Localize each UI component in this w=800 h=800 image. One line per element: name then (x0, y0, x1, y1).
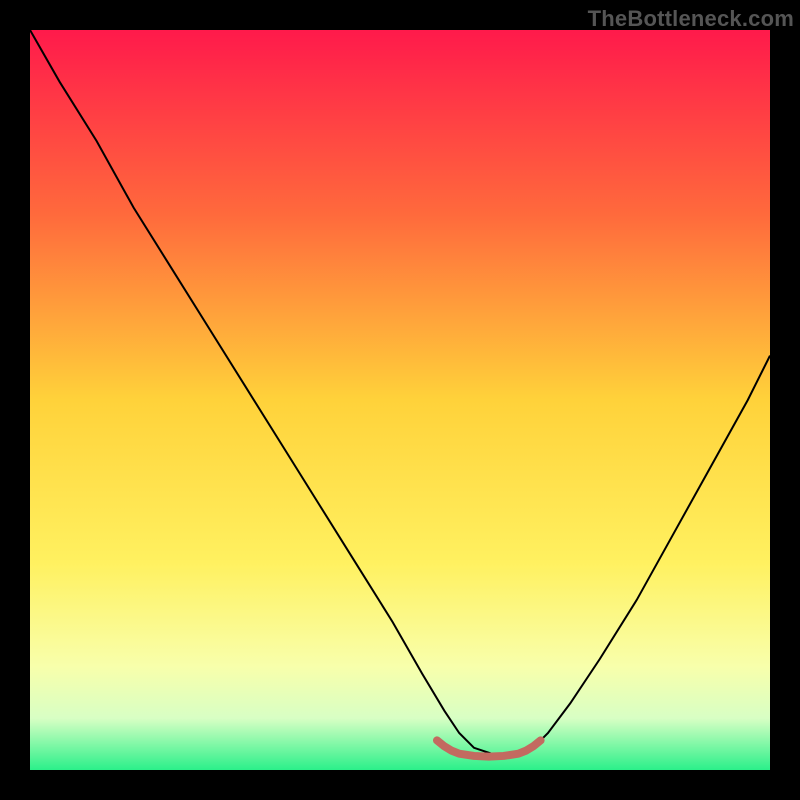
chart-frame: TheBottleneck.com (0, 0, 800, 800)
watermark-text: TheBottleneck.com (588, 6, 794, 32)
chart-svg (30, 30, 770, 770)
gradient-background (30, 30, 770, 770)
plot-area (30, 30, 770, 770)
